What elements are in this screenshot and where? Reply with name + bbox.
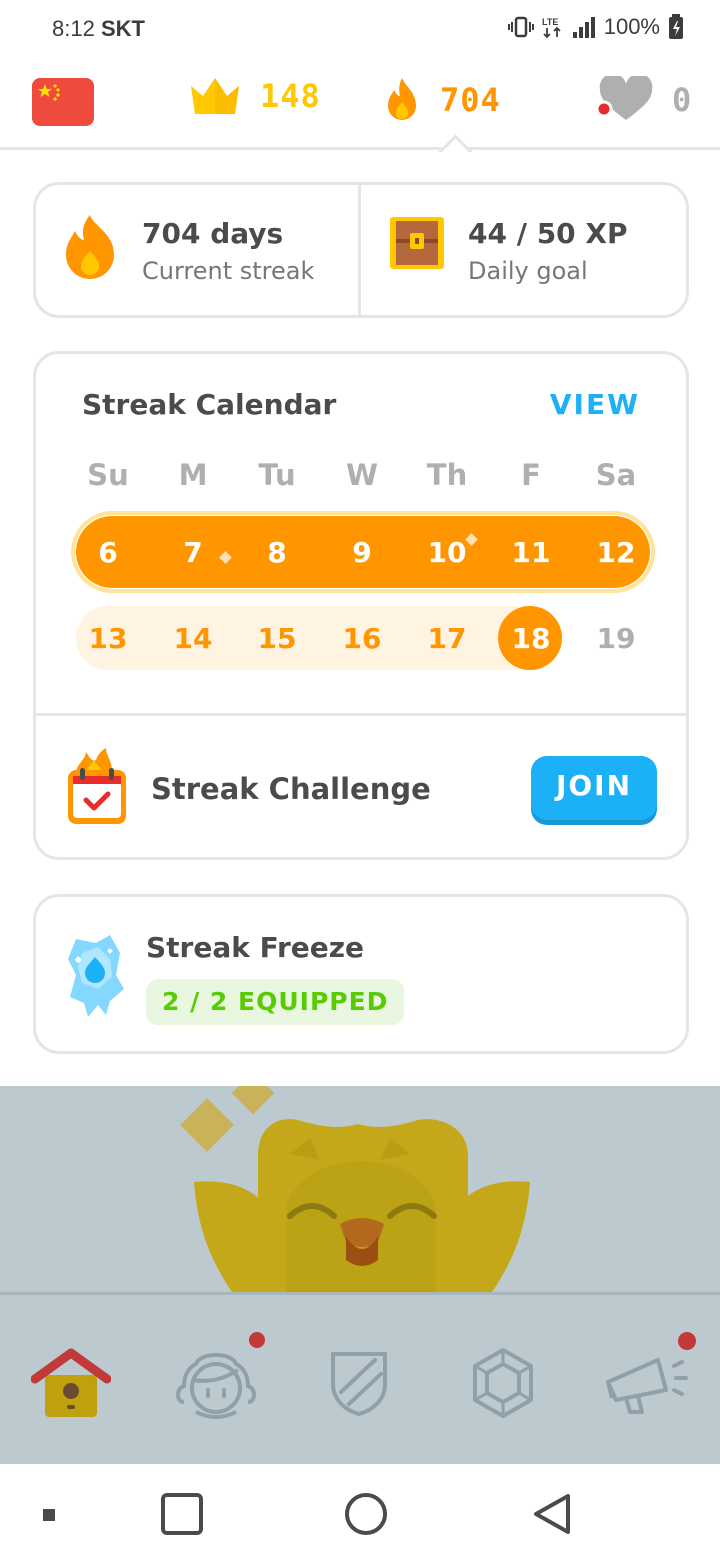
home-icon <box>31 1348 111 1417</box>
calendar-challenge-icon <box>68 748 126 824</box>
calendar-day[interactable]: 11 <box>489 536 573 569</box>
notification-dot <box>249 1332 265 1348</box>
owl-mascot-icon <box>180 1086 530 1292</box>
streak-stat[interactable]: 704 <box>382 76 501 124</box>
weekday-label: F <box>521 458 541 492</box>
calendar-day[interactable]: 9 <box>320 536 404 569</box>
svg-text:LTE: LTE <box>542 17 558 27</box>
daily-goal-panel: 44 / 50 XP Daily goal <box>362 185 687 315</box>
streak-freeze-title: Streak Freeze <box>146 931 365 964</box>
profile-icon <box>176 1353 256 1419</box>
dimmed-background[interactable] <box>0 1086 720 1464</box>
current-streak-panel: 704 days Current streak <box>36 185 361 315</box>
weekday-label: W <box>346 458 378 492</box>
flame-icon <box>388 78 416 120</box>
calendar-day[interactable]: 16 <box>320 622 404 655</box>
streak-calendar-card: Streak Calendar VIEW Su M Tu W Th F Sa 6… <box>33 351 689 860</box>
hearts-stat[interactable]: 0 <box>594 76 692 124</box>
hearts-count: 0 <box>672 81 693 119</box>
calendar-day[interactable]: 12 <box>574 536 658 569</box>
recents-icon[interactable] <box>160 1492 204 1536</box>
vibrate-icon <box>507 16 534 38</box>
crown-icon <box>191 78 239 114</box>
calendar-day[interactable]: 14 <box>151 622 235 655</box>
china-flag-icon[interactable] <box>32 78 94 126</box>
gem-icon <box>473 1348 533 1418</box>
nav-divider <box>0 1292 720 1295</box>
calendar-day[interactable]: 19 <box>574 622 658 655</box>
clock-text: 8:12 <box>52 16 95 41</box>
flame-icon <box>66 215 114 279</box>
equipped-badge: 2 / 2 EQUIPPED <box>146 979 405 1025</box>
signal-icon <box>572 16 596 38</box>
status-indicators: LTE 100% <box>507 14 684 40</box>
daily-goal-subtitle: Daily goal <box>468 257 588 285</box>
system-navigation-bar <box>0 1464 720 1560</box>
status-time: 8:12 SKT <box>52 16 145 42</box>
weekday-label: Th <box>426 458 468 492</box>
calendar-day[interactable]: 10 <box>405 536 489 569</box>
battery-icon <box>668 14 684 40</box>
daily-goal-xp: 44 / 50 XP <box>468 217 628 250</box>
home-button-icon[interactable] <box>344 1492 388 1536</box>
treasure-chest-icon <box>390 217 444 269</box>
calendar-day[interactable]: 8 <box>235 536 319 569</box>
nav-home[interactable] <box>26 1338 116 1428</box>
view-calendar-link[interactable]: VIEW <box>550 388 640 421</box>
crowns-count: 148 <box>260 77 321 115</box>
crowns-stat[interactable]: 148 <box>188 76 321 116</box>
battery-text: 100% <box>603 14 660 39</box>
heart-icon <box>595 76 653 120</box>
ice-cube-icon <box>68 935 124 1017</box>
calendar-day[interactable]: 15 <box>235 622 319 655</box>
weekday-label: Sa <box>595 458 637 492</box>
nav-shop[interactable] <box>458 1338 548 1428</box>
divider <box>36 713 686 716</box>
back-icon[interactable] <box>530 1492 574 1536</box>
megaphone-icon <box>606 1358 688 1414</box>
calendar-day[interactable]: 6 <box>66 536 150 569</box>
weekday-label: Tu <box>258 458 296 492</box>
nav-leagues[interactable] <box>314 1338 404 1428</box>
top-stats-bar: 148 704 0 <box>0 58 720 150</box>
calendar-day[interactable]: 13 <box>66 622 150 655</box>
nav-news[interactable] <box>600 1338 690 1428</box>
calendar-day[interactable]: 17 <box>405 622 489 655</box>
weekday-label: M <box>178 458 208 492</box>
streak-subtitle: Current streak <box>142 257 315 285</box>
calendar-day[interactable]: 7 <box>151 536 235 569</box>
carrier-text: SKT <box>100 16 145 41</box>
streak-count: 704 <box>440 81 501 119</box>
streak-days: 704 days <box>142 217 284 250</box>
lte-icon: LTE <box>542 15 564 39</box>
menu-dot-icon[interactable] <box>42 1508 56 1522</box>
nav-profile[interactable] <box>171 1338 261 1428</box>
weekday-label: Su <box>87 458 129 492</box>
shield-icon <box>331 1352 387 1416</box>
status-bar: 8:12 SKT LTE 100% <box>0 0 720 58</box>
notification-dot <box>678 1332 696 1350</box>
calendar-title: Streak Calendar <box>82 388 337 421</box>
calendar-day-today[interactable]: 18 <box>489 622 573 655</box>
join-challenge-button[interactable]: JOIN <box>531 756 657 820</box>
streak-summary-card: 704 days Current streak 44 / 50 XP Daily… <box>33 182 689 318</box>
streak-freeze-card[interactable]: Streak Freeze 2 / 2 EQUIPPED <box>33 894 689 1054</box>
streak-challenge-label: Streak Challenge <box>151 772 431 806</box>
popover-notch <box>437 132 473 152</box>
